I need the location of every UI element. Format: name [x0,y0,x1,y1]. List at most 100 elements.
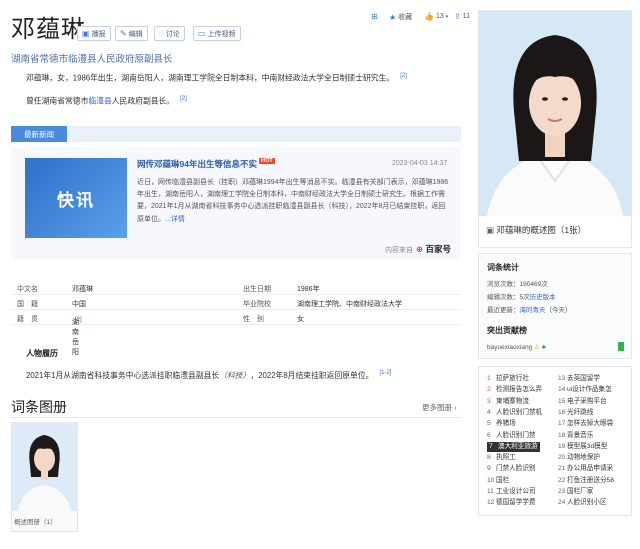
rank-label: 打鱼注册送分58 [567,476,614,484]
discuss-icon: ◌ [159,29,164,38]
citation-link[interactable]: [2] [75,317,82,323]
news-thumbnail[interactable]: 快讯 [25,158,127,238]
summary-photo[interactable] [479,11,631,216]
hot-list-item[interactable]: 21 办公用品申请采 [558,464,613,474]
rank-label: 拉萨旅行社 [496,375,529,382]
hot-list-item[interactable]: 13 去英国留学 [558,374,600,384]
page-subtitle: 湖南省常德市临澧县人民政府原副县长 [11,54,173,65]
citation-link[interactable]: [1-2] [379,370,391,376]
hot-list-item[interactable]: 17 怎样去掉大眼袋 [558,419,613,429]
page-title: 邓蕴琳 [11,15,86,43]
rank-number: 11 [487,488,494,495]
hot-list-item[interactable]: 14 ui设计作品集怎 [558,385,612,395]
last-updated: 最近更新：海的青天（今天） [487,307,572,314]
discuss-button[interactable]: ◌ 讨论 [154,26,185,41]
views-count: 浏览次数：190469次 [487,281,548,288]
rank-number: 18 [558,431,566,439]
hot-list-item[interactable]: 23 国栏厂家 [558,487,593,497]
rank-number: 20 [558,454,566,462]
broadcast-button[interactable]: ▣ 播报 [77,26,111,41]
rank-number: 16 [558,408,566,416]
intro-line-1: 邓蕴琳，女，1986年出生，湖南岳阳人，湖南理工学院全日制本科，中南财经政法大学… [26,73,407,83]
hot-list-item[interactable]: 12 德国留学学费 [487,498,536,508]
hot-list-item[interactable]: 10 国栏 [487,476,509,486]
rank-number: 22 [558,476,566,484]
news-tab-bar [11,126,461,142]
photo-caption[interactable]: ▣ 邓蕴琳的概述图（1张） [486,224,586,236]
rank-number: 15 [558,397,566,405]
level-badge [618,342,624,351]
hot-list-item[interactable]: 18 背景音乐 [558,431,593,441]
contrib-user[interactable]: bayuexiaoxiang ⚠ ♣ [487,343,546,351]
like-button[interactable]: 👍 13 ▾ [424,12,448,21]
linxi-county-link[interactable]: 临澧县 [88,97,111,106]
rank-number: 4 [487,408,491,416]
hot-list-item[interactable]: 3 柬埔寨物流 [487,397,529,407]
rank-label: 德国留学学费 [496,499,536,507]
rank-number: 9 [487,465,491,473]
school-link[interactable]: 湖南理工学院、中南财经政法大学 [297,299,402,309]
history-link[interactable]: 历史版本 [530,294,556,301]
intro-line-2: 曾任湖南省常德市临澧县人民政府副县长。 [2] [26,96,187,106]
hot-list-item[interactable]: 7 澳大利亚旅游 [487,441,540,452]
rank-label: 国栏 [496,476,510,484]
hot-list-item[interactable]: 22 打鱼注册送分58 [558,476,614,486]
rank-label: 国栏厂家 [567,488,594,495]
hot-list-item[interactable]: 8 执照工 [487,453,516,463]
news-headline[interactable]: 网传邓蕴琳94年出生等信息不实 HOT [137,158,275,170]
video-icon: ▣ [82,29,90,38]
upload-video-button[interactable]: ▭ 上传视频 [193,26,241,41]
rank-label: 模型展3d模型 [567,442,608,450]
stats-title: 词条统计 [487,263,519,272]
hot-list-item[interactable]: 9 门禁人脸识别 [487,464,536,474]
rank-label: 电子采购平台 [567,397,607,405]
portrait-photo [479,11,631,216]
hot-list-item[interactable]: 15 电子采购平台 [558,397,607,407]
tab-latest-news[interactable]: 最新新闻 [11,126,67,142]
favorite-button[interactable]: ★ 收藏 [389,12,412,22]
news-details-link[interactable]: ...详情 [165,216,185,223]
rank-number: 21 [558,465,566,473]
hot-list-item[interactable]: 2 检测报告怎么弄 [487,385,542,395]
contrib-title: 突出贡献榜 [487,326,527,335]
rank-label: 澳大利亚旅游 [498,442,538,450]
rank-label: 人脸识别门禁 [496,431,536,439]
share-icon: ⇪ [454,12,461,21]
badge-icon: ♣ [541,344,546,351]
add-button[interactable]: ⊞ [371,12,378,21]
album-caption: 概述图册（1） [14,519,57,526]
hot-list-item[interactable]: 1 拉萨旅行社 [487,374,529,384]
rank-label: 执照工 [496,454,516,462]
hot-list-item[interactable]: 5 养猪场 [487,419,516,429]
gallery-icon: ▣ [486,225,495,235]
warning-icon: ⚠ [534,344,540,351]
citation-link[interactable]: [2] [400,73,407,79]
editor-link[interactable]: 海的青天 [520,307,546,314]
baijiahao-logo[interactable]: ⊕ 百家号 [416,243,451,255]
china-link[interactable]: 中国 [72,299,86,309]
rank-label: 光纤跳线 [567,408,594,416]
hot-list-item[interactable]: 4 人脸识别门禁机 [487,408,542,418]
rank-number: 23 [558,488,566,495]
hot-list-item[interactable]: 6 人脸识别门禁 [487,431,536,441]
news-body: 近日，网传临澧县副县长（挂职）邓蕴琳1994年出生等消息不实。临澧县有关部门表示… [137,179,449,223]
news-date: 2023-04-03 14:37 [392,160,448,167]
hot-list-item[interactable]: 20 动物地保护 [558,453,600,463]
rank-number: 6 [487,431,491,439]
info-row: 籍 贯 湖南岳阳 [2] 性 别 女 [11,311,461,356]
hot-list-item[interactable]: 11 工业设计公司 [487,487,536,497]
upload-icon: ▭ [198,29,206,38]
hot-list-item[interactable]: 19 模型展3d模型 [558,442,607,452]
edit-button[interactable]: ✎ 编辑 [115,26,148,41]
hot-list-item[interactable]: 24 人脸识别小区 [558,498,607,508]
rank-number: 2 [487,386,491,394]
info-row: 中文名 邓蕴琳 出生日期 1986年 [11,281,461,295]
baijiahao-icon: ⊕ [416,244,424,254]
rank-label: 门禁人脸识别 [496,465,536,473]
hot-list-item[interactable]: 16 光纤跳线 [558,408,593,418]
rank-number: 3 [487,397,491,405]
rank-number: 24 [558,499,566,507]
more-albums-link[interactable]: 更多图册 › [422,402,457,413]
citation-link[interactable]: [2] [180,96,187,102]
share-button[interactable]: ⇪ 11 [454,12,470,21]
